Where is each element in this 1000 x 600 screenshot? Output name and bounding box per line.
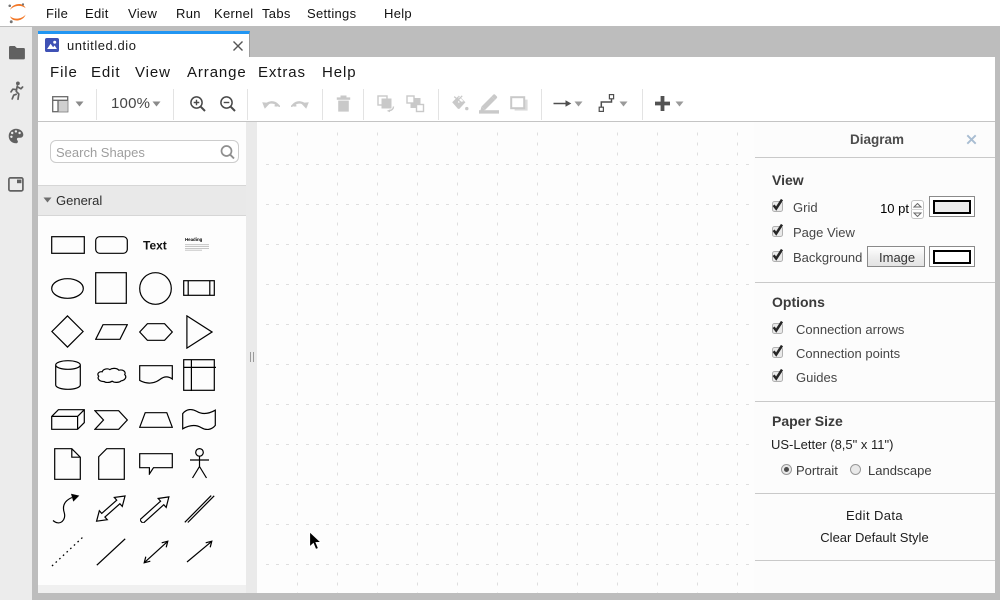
svg-text:Text: Text <box>143 239 167 251</box>
svg-text:Heading: Heading <box>185 237 203 242</box>
